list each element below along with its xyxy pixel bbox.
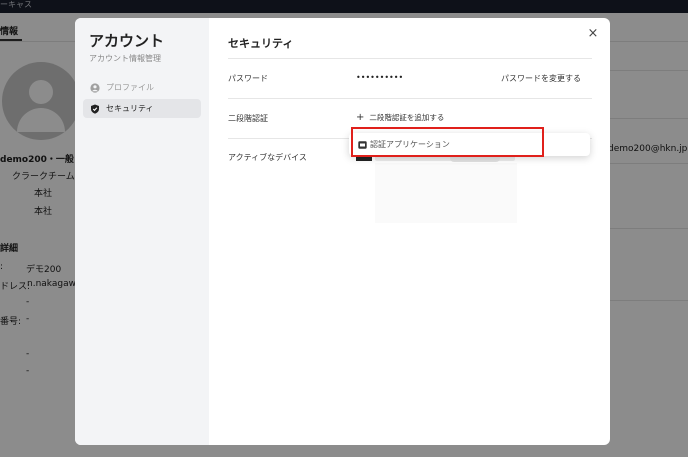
close-button[interactable]: × [585, 26, 601, 42]
change-password-button[interactable]: パスワードを変更する [501, 73, 581, 84]
password-label: パスワード [228, 74, 268, 83]
modal-subtitle: アカウント情報管理 [89, 54, 161, 63]
row-divider [228, 98, 592, 99]
password-value: •••••••••• [356, 73, 404, 82]
add-two-factor-button[interactable]: + 二段階認証を追加する [356, 112, 444, 123]
section-divider [228, 58, 592, 59]
account-modal: アカウント アカウント情報管理 プロファイル セキュリティ × セキュリティ パ… [75, 18, 610, 445]
modal-title: アカウント [89, 32, 165, 50]
section-title: セキュリティ [228, 37, 294, 50]
highlight-box [351, 127, 544, 157]
active-devices-label: アクティブなデバイス [228, 153, 307, 162]
sidebar-item-profile[interactable]: プロファイル [83, 78, 201, 97]
device-list-area [375, 163, 517, 223]
sidebar-item-label: プロファイル [106, 83, 154, 92]
sidebar-item-security[interactable]: セキュリティ [83, 99, 201, 118]
plus-icon: + [356, 111, 365, 123]
user-circle-icon [90, 82, 100, 93]
shield-icon [90, 104, 100, 114]
two-factor-label: 二段階認証 [228, 114, 268, 123]
sidebar-item-label: セキュリティ [106, 104, 154, 113]
add-two-factor-label: 二段階認証を追加する [369, 113, 445, 122]
modal-sidebar: アカウント アカウント情報管理 プロファイル セキュリティ [75, 18, 209, 445]
